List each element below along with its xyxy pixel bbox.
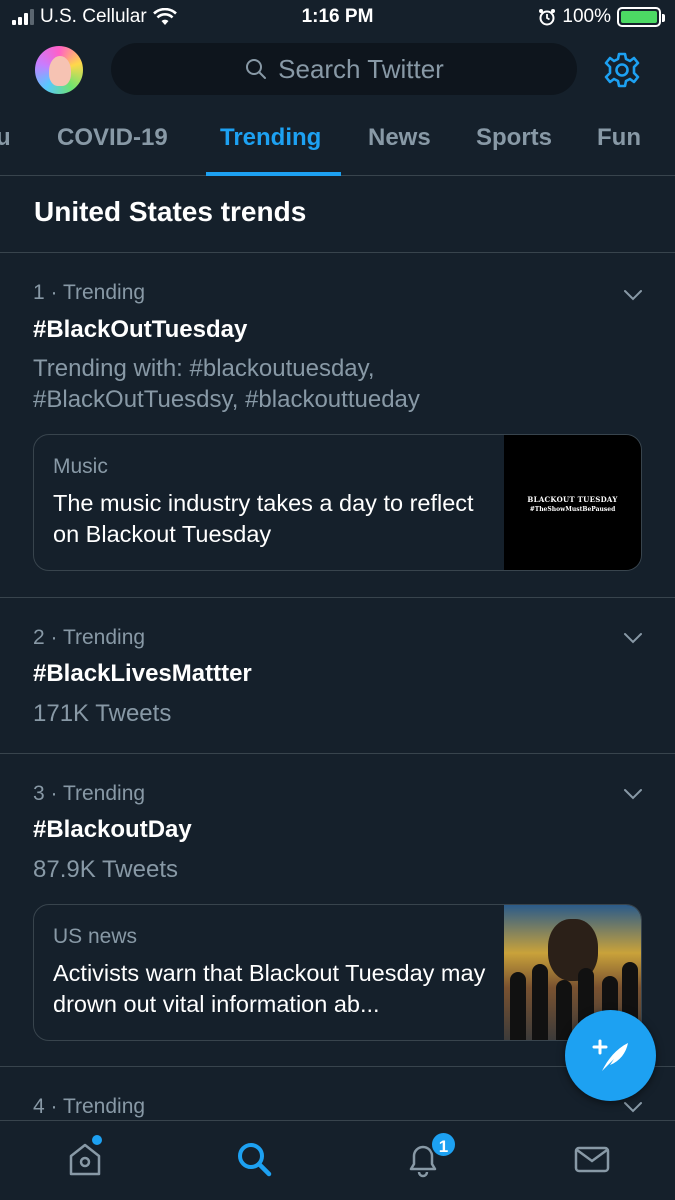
battery-percent: 100% [562,6,611,27]
profile-avatar[interactable] [33,44,85,96]
trend-related-line: #BlackOutTuesdsy, #blackouttueday [33,386,420,413]
compose-tweet-button[interactable] [565,1010,656,1101]
trend-item-3[interactable]: 3 · Trending #BlackoutDay 87.9K Tweets U… [0,754,675,1066]
battery-icon [617,7,665,27]
trend-name: #BlackLivesMattter [33,660,252,687]
trend-meta: 4 · Trending [33,1095,146,1118]
search-placeholder: Search Twitter [278,53,444,84]
tab-partial[interactable]: u [0,124,11,176]
news-card[interactable]: Music The music industry takes a day to … [33,434,642,571]
messages-mail-icon[interactable] [572,1139,612,1179]
battery-info: 100% [538,6,665,28]
trend-meta: 2 · Trending [33,626,146,649]
card-thumbnail: BLACKOUT TUESDAY #TheShowMustBePaused [504,435,641,570]
search-icon[interactable] [234,1139,274,1179]
card-category: Music [53,455,108,478]
chevron-down-icon[interactable] [623,1101,643,1113]
mural-figure [510,972,526,1040]
tab-trending[interactable]: Trending [205,124,342,176]
tab-covid-19[interactable]: COVID-19 [57,124,168,176]
alarm-icon [539,9,556,26]
tweet-count: 87.9K Tweets [33,856,178,883]
trend-related: Trending with: #blackoutuesday, #BlackOu… [33,353,633,415]
home-icon[interactable] [65,1139,105,1179]
mural-figure [532,964,548,1040]
tab-news[interactable]: News [368,124,431,176]
top-header: Search Twitter [0,40,675,100]
card-headline: The music industry takes a day to reflec… [53,490,474,547]
chevron-down-icon[interactable] [623,788,643,800]
search-input[interactable]: Search Twitter [111,43,577,95]
trend-meta: 3 · Trending [33,782,146,805]
tweet-count: 171K Tweets [33,700,172,727]
notifications-badge: 1 [430,1131,457,1158]
card-headline: Activists warn that Blackout Tuesday may… [53,960,486,1017]
section-title: United States trends [34,196,307,227]
explore-tabs: u COVID-19 Trending News Sports Fun [0,112,675,176]
compose-feather-icon [592,1039,628,1071]
mural-figure [556,980,572,1040]
status-bar: U.S. Cellular 1:16 PM 100% [0,0,675,36]
trend-item-2[interactable]: 2 · Trending #BlackLivesMattter 171K Twe… [0,598,675,753]
thumbnail-hashtag: #TheShowMustBePaused [529,505,616,513]
trend-name: #BlackoutDay [33,816,192,843]
bottom-navigation: 1 [0,1120,675,1200]
search-icon [246,59,267,79]
home-new-indicator [92,1135,102,1145]
trend-related-line: Trending with: #blackoutuesday, [33,355,375,382]
tab-sports[interactable]: Sports [476,124,552,176]
chevron-down-icon[interactable] [623,289,643,301]
trend-meta: 1 · Trending [33,281,146,304]
trend-item-1[interactable]: 1 · Trending #BlackOutTuesday Trending w… [0,253,675,597]
thumbnail-title: BLACKOUT TUESDAY [527,494,618,504]
chevron-down-icon[interactable] [623,632,643,644]
gear-icon[interactable] [602,50,642,90]
tab-fun[interactable]: Fun [597,124,641,176]
card-category: US news [53,925,138,948]
news-card[interactable]: US news Activists warn that Blackout Tue… [33,904,642,1041]
trend-name: #BlackOutTuesday [33,316,248,343]
